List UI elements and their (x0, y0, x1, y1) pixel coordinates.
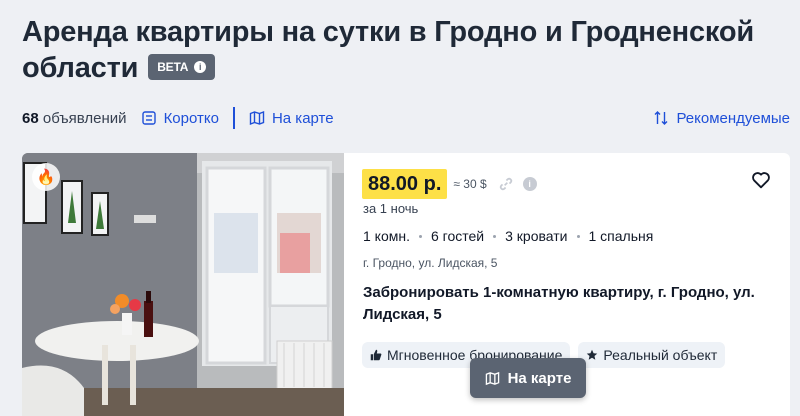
listing-card[interactable]: 🔥 88.00 р. ≈ 30 $ i за 1 ночь 1 комн. 6 … (22, 153, 790, 416)
features-row: 1 комн. 6 гостей 3 кровати 1 спальня (363, 228, 653, 244)
page-title-text: Аренда квартиры на сутки в Гродно и Грод… (22, 16, 754, 84)
on-map-label: На карте (271, 109, 334, 127)
results-count-label: объявлений (42, 109, 127, 127)
results-count: 68 объявлений (22, 110, 127, 127)
tag-real-object-label: Реальный объект (603, 347, 718, 363)
feature-beds: 3 кровати (505, 228, 568, 244)
sort-dropdown[interactable]: Рекомендуемые (653, 110, 790, 127)
floating-map-label: На карте (507, 369, 572, 387)
page-title: Аренда квартиры на сутки в Гродно и Грод… (22, 14, 782, 86)
thumbs-up-icon (370, 349, 382, 361)
sort-icon (654, 111, 668, 125)
per-night-label: за 1 ночь (363, 201, 419, 216)
listing-address: г. Гродно, ул. Лидская, 5 (363, 256, 498, 270)
favorite-heart-icon[interactable] (750, 169, 772, 191)
results-count-number: 68 (22, 109, 39, 127)
feature-separator (419, 234, 422, 238)
feature-bedrooms: 1 спальня (588, 228, 654, 244)
usd-price: ≈ 30 $ (453, 177, 487, 191)
tag-real-object: Реальный объект (578, 342, 726, 368)
price: 88.00 р. (362, 169, 448, 199)
map-icon (485, 371, 499, 385)
beta-label: BETA (157, 60, 189, 74)
feature-guests: 6 гостей (431, 228, 485, 244)
fire-icon: 🔥 (32, 163, 60, 191)
listing-title[interactable]: Забронировать 1-комнатную квартиру, г. Г… (363, 282, 763, 326)
on-map-link[interactable]: На карте (249, 110, 334, 127)
toolbar-divider (232, 107, 235, 129)
beta-badge[interactable]: BETA i (148, 54, 216, 80)
price-info-icon[interactable]: i (522, 177, 537, 191)
link-icon[interactable] (499, 177, 513, 191)
feature-rooms: 1 комн. (363, 228, 410, 244)
floating-map-button[interactable]: На карте (470, 358, 586, 398)
info-icon: i (194, 61, 207, 73)
map-icon (249, 110, 265, 126)
short-view-link[interactable]: Коротко (141, 110, 219, 127)
short-view-label: Коротко (163, 109, 219, 127)
list-view-icon (141, 111, 156, 125)
sort-label: Рекомендуемые (676, 109, 790, 127)
room-image (22, 153, 344, 416)
results-toolbar: 68 объявлений Коротко На карте Рекоменду… (22, 106, 790, 130)
feature-separator (493, 234, 497, 238)
star-icon (587, 349, 598, 360)
price-row: 88.00 р. ≈ 30 $ i (362, 169, 537, 199)
listing-photo[interactable]: 🔥 (22, 153, 344, 416)
feature-separator (576, 234, 580, 238)
